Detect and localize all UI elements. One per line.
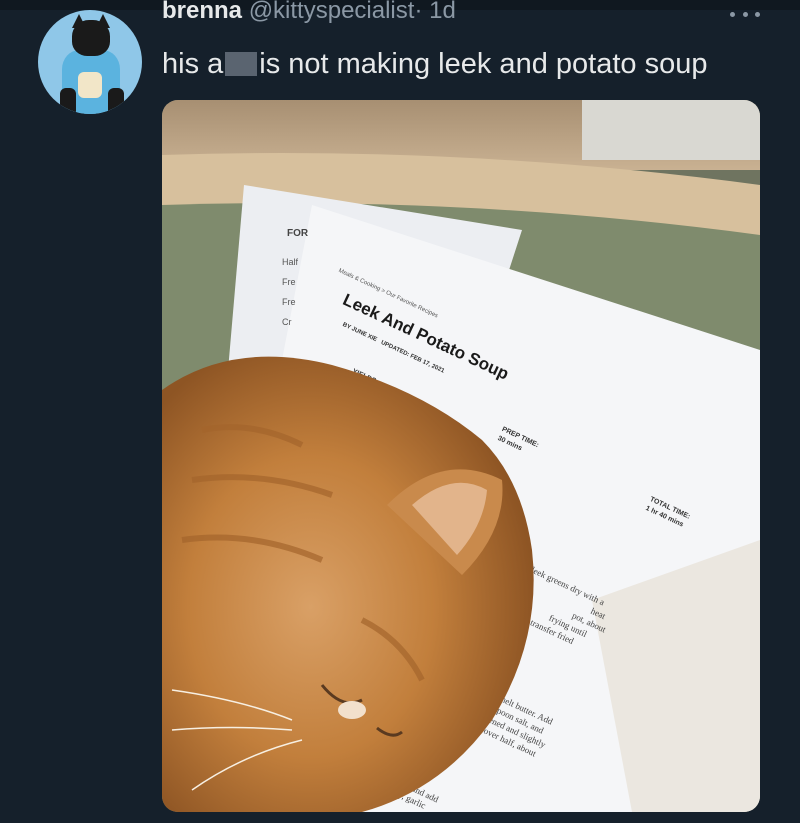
handle[interactable]: @kittyspecialist <box>249 0 415 24</box>
avatar[interactable] <box>38 10 142 114</box>
tweet-photo[interactable]: FOR Half Fre Fre Cr Meals & Cooking > Ou… <box>162 100 760 812</box>
tweet-header: brenna @kittyspecialist· 1d <box>162 0 456 28</box>
avatar-shirt-print <box>78 72 102 98</box>
tweet-text-part: his a <box>162 48 224 80</box>
avatar-cat-head <box>72 20 110 56</box>
tweet-text: his a is not making leek and potato soup <box>162 46 707 82</box>
avatar-cat-paw <box>108 88 124 114</box>
cat-muzzle <box>338 701 366 719</box>
timestamp[interactable]: 1d <box>429 0 456 24</box>
separator: · <box>414 0 423 24</box>
censor-block <box>225 52 258 76</box>
tweet[interactable]: brenna @kittyspecialist· 1d his a is not … <box>0 0 800 823</box>
avatar-cat-paw <box>60 88 76 114</box>
display-name[interactable]: brenna <box>162 0 242 24</box>
tweet-text-part: is not making leek and potato soup <box>259 48 708 80</box>
more-dots-icon[interactable] <box>730 8 760 20</box>
sleeping-cat <box>162 356 534 812</box>
